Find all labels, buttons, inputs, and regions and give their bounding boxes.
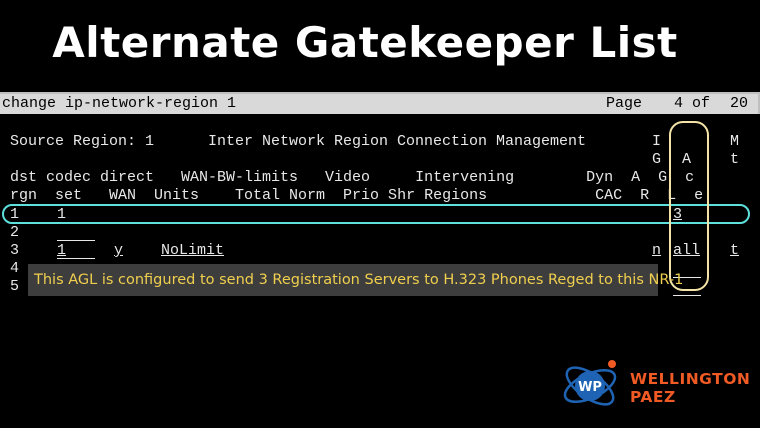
row-4-rgn: 4 (10, 260, 20, 277)
command-text: change ip-network-region 1 (2, 95, 237, 112)
row-2-rgn: 2 (10, 224, 20, 241)
row-5-agl-field[interactable] (673, 295, 701, 296)
iga-header-2: G (652, 151, 662, 168)
row-highlight (2, 204, 750, 224)
iga-header-1: I (652, 133, 662, 150)
page-of: of (692, 95, 711, 112)
row-3-codec-underline (57, 258, 95, 259)
row-3-units[interactable]: NoLimit (161, 242, 224, 260)
page-label: Page (606, 95, 643, 112)
mt-header-2: t (730, 151, 740, 168)
brand-line-2: PAEZ (630, 388, 676, 406)
page-total: 20 (730, 95, 749, 112)
terminal-header-bar: change ip-network-region 1 Page 4 of 20 (0, 94, 760, 114)
row-5-rgn: 5 (10, 278, 20, 295)
row-3-mt[interactable]: t (730, 242, 739, 260)
column-header-line-2: rgn set WAN Units Total Norm Prio Shr Re… (10, 187, 704, 204)
annotation-tooltip: This AGL is configured to send 3 Registr… (28, 264, 683, 296)
page-current: 4 (674, 95, 684, 112)
brand-line-1: WELLINGTON (630, 370, 751, 388)
column-header-line-1: dst codec direct WAN-BW-limits Video Int… (10, 169, 695, 186)
row-3-iga[interactable]: n (652, 242, 661, 260)
mt-header-1: M (730, 133, 740, 150)
brand-logo-icon: WP (563, 360, 617, 406)
row-2-codec-field[interactable] (57, 240, 95, 241)
section-title: Inter Network Region Connection Manageme… (208, 133, 587, 150)
source-region: Source Region: 1 (10, 133, 155, 150)
page-title: Alternate Gatekeeper List (52, 18, 678, 67)
row-3-wan[interactable]: y (114, 242, 123, 260)
logo-text: WP (578, 380, 602, 395)
agl-column-highlight (669, 121, 709, 291)
row-3-rgn: 3 (10, 242, 20, 259)
